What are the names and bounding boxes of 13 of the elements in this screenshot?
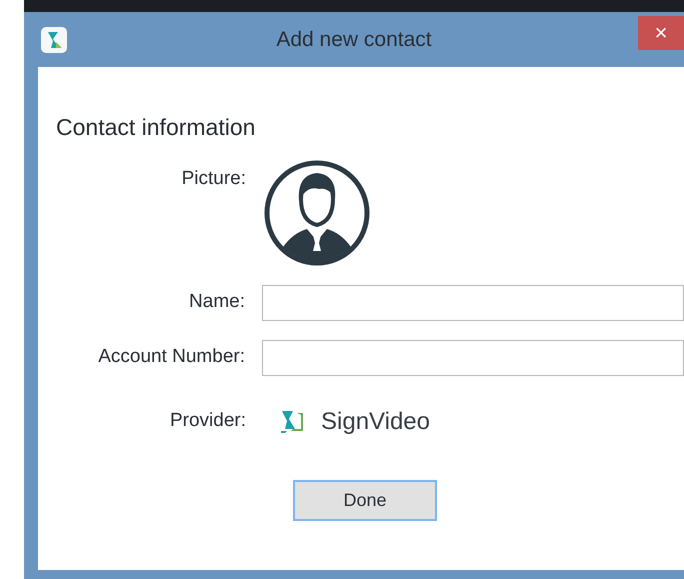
close-button[interactable]: ×: [638, 16, 684, 50]
field-label: Provider:: [168, 409, 246, 434]
field-label: Picture:: [180, 166, 246, 190]
text-field[interactable]: [262, 284, 684, 320]
provider-name: SignVideo: [321, 406, 430, 436]
section-title: Contact information: [56, 113, 256, 142]
done-button[interactable]: Done: [293, 480, 437, 520]
field-label: Account Number:: [97, 345, 245, 370]
app-logo-icon: [40, 26, 68, 54]
field-label: Name:: [188, 290, 245, 314]
avatar-icon[interactable]: [263, 158, 371, 266]
text-field[interactable]: [262, 340, 684, 376]
window-title: Add new contact: [276, 26, 432, 53]
